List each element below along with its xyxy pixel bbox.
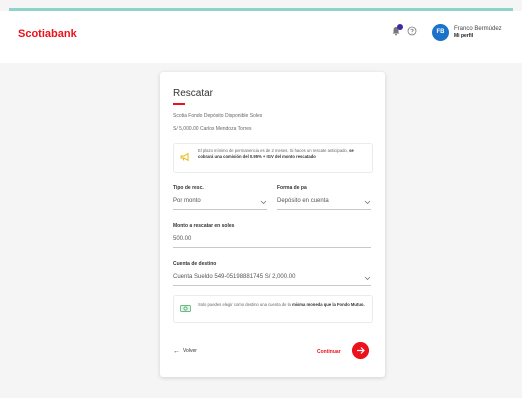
notice-text: El plazo mínimo de permanencia es de 2 m…: [198, 148, 354, 159]
destination-account-select[interactable]: Cuenta Sueldo 549-05198881745 S/ 2,000.0…: [173, 274, 371, 286]
destination-account-value: Cuenta Sueldo 549-05198881745 S/ 2,000.0…: [173, 274, 296, 280]
page-title: Rescatar: [173, 88, 214, 99]
currency-notice: Solo puedes elegir como destino una cuen…: [173, 295, 373, 323]
fund-amount: S/ 5,000.00 Carlos Mendoza Torres: [173, 126, 252, 132]
amount-label: Monto a rescatar en soles: [173, 223, 235, 229]
fund-name: Scotia Fondo Depósito Disponible Soles: [173, 113, 263, 119]
chevron-down-icon: [364, 276, 371, 281]
continue-button[interactable]: [352, 342, 369, 359]
amount-value: 500.00: [173, 236, 192, 242]
chevron-down-icon: [260, 200, 267, 205]
payment-method-label: Forma de pa: [277, 185, 307, 191]
user-menu[interactable]: Franco Bermúdez Mi perfil: [454, 26, 502, 40]
chevron-down-icon: [364, 200, 371, 205]
profile-link[interactable]: Mi perfil: [454, 33, 473, 39]
destination-account-label: Cuenta de destino: [173, 261, 217, 267]
user-name: Franco Bermúdez: [454, 26, 502, 32]
back-label: Volver: [183, 348, 197, 354]
payment-method-select[interactable]: Depósito en cuenta: [277, 198, 371, 210]
back-button[interactable]: ← Volver: [173, 348, 197, 355]
currency-notice-text: Solo puedes elegir como destino una cuen…: [198, 302, 365, 307]
rescue-card: Rescatar Scotia Fondo Depósito Disponibl…: [160, 72, 385, 377]
continue-label[interactable]: Continuar: [317, 349, 341, 355]
user-avatar[interactable]: FB: [432, 24, 449, 41]
rescue-type-value: Por monto: [173, 198, 201, 204]
scotiabank-logo[interactable]: Scotiabank: [18, 28, 77, 40]
title-underline: [173, 103, 185, 105]
payment-method-value: Depósito en cuenta: [277, 198, 329, 204]
megaphone-icon: [180, 152, 189, 162]
help-icon[interactable]: [407, 26, 417, 36]
money-icon: [180, 305, 191, 312]
notification-badge: [397, 24, 403, 30]
rescue-type-select[interactable]: Por monto: [173, 198, 267, 210]
amount-input[interactable]: 500.00: [173, 236, 371, 248]
permanence-notice: El plazo mínimo de permanencia es de 2 m…: [173, 143, 373, 173]
rescue-type-label: Tipo de resc.: [173, 185, 204, 191]
arrow-left-icon: ←: [173, 348, 180, 355]
